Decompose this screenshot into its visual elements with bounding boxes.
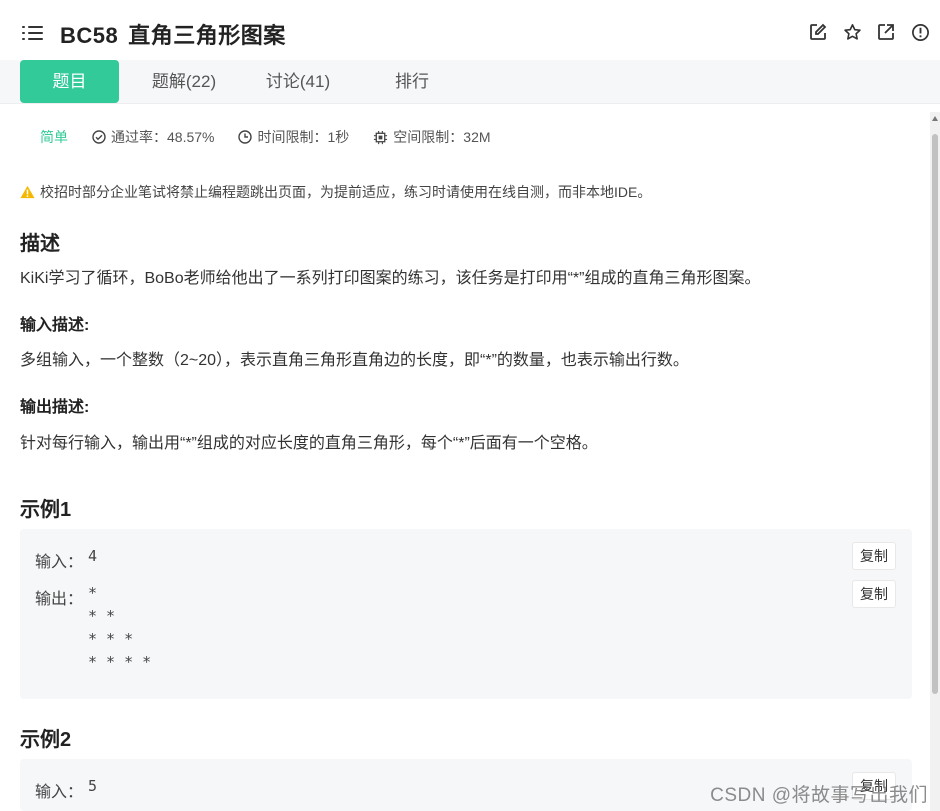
clock-icon [238, 130, 253, 144]
input-desc-heading: 输入描述: [20, 317, 90, 334]
tab-solutions[interactable]: 题解(22) [134, 60, 234, 103]
description-heading: 描述 [20, 233, 60, 255]
info-icon[interactable] [910, 22, 930, 42]
notice-text: 校招时部分企业笔试将禁止编程题跳出页面，为提前适应，练习时请使用在线自测，而非本… [40, 184, 652, 200]
check-circle-icon [92, 130, 106, 144]
tab-problem[interactable]: 题目 [20, 60, 119, 103]
tab-bar: 题目 题解(22) 讨论(41) 排行 [0, 60, 940, 104]
star-icon[interactable] [842, 22, 862, 42]
scrollbar-thumb[interactable] [932, 134, 938, 694]
edit-icon[interactable] [808, 22, 828, 42]
example-1-box: 输入： 4 复制 输出： * * * * * * * * * * 复制 [20, 529, 912, 699]
tab-discussion[interactable]: 讨论(41) [248, 60, 348, 103]
description-text: KiKi学习了循环，BoBo老师给他出了一系列打印图案的练习，该任务是打印用“*… [20, 270, 761, 287]
header: BC58 直角三角形图案 [0, 0, 940, 62]
difficulty-badge: 简单 [40, 129, 68, 145]
example-1-output-label: 输出： [35, 591, 84, 608]
output-desc-text: 针对每行输入，输出用“*”组成的对应长度的直角三角形，每个“*”后面有一个空格。 [20, 435, 598, 452]
external-link-icon[interactable] [876, 22, 896, 42]
copy-output-button[interactable]: 复制 [852, 580, 896, 608]
csdn-watermark: CSDN @将故事写出我们 [710, 785, 928, 806]
pass-rate-text: 通过率：48.57% [111, 129, 215, 145]
problem-code: BC58 [60, 23, 119, 48]
tab-ranking[interactable]: 排行 [362, 60, 462, 103]
page-title: BC58 直角三角形图案 [60, 18, 286, 50]
example-1-heading: 示例1 [20, 499, 72, 521]
time-limit: 时间限制：1秒 [238, 127, 349, 147]
header-actions [808, 22, 930, 42]
copy-input-button[interactable]: 复制 [852, 542, 896, 570]
list-menu-icon[interactable] [22, 24, 44, 42]
input-desc-text: 多组输入，一个整数（2~20），表示直角三角形直角边的长度，即“*”的数量，也表… [20, 352, 689, 369]
example-2-heading: 示例2 [20, 729, 72, 751]
example-2-input-value: 5 [88, 777, 98, 795]
problem-meta: 简单 通过率：48.57% 时间限制：1秒 空间限制：32M [40, 127, 515, 147]
notice-banner: 校招时部分企业笔试将禁止编程题跳出页面，为提前适应，练习时请使用在线自测，而非本… [20, 182, 651, 202]
time-limit-text: 时间限制：1秒 [257, 129, 350, 145]
space-limit: 空间限制：32M [373, 127, 491, 147]
problem-title: 直角三角形图案 [128, 23, 286, 48]
example-1-input-value: 4 [88, 547, 98, 565]
example-1-input-label: 输入： [35, 554, 84, 571]
warning-icon [20, 185, 35, 199]
scrollbar[interactable] [930, 112, 940, 811]
output-desc-heading: 输出描述: [20, 399, 90, 416]
space-limit-text: 空间限制：32M [393, 129, 491, 145]
example-2-input-label: 输入： [35, 784, 84, 801]
pass-rate: 通过率：48.57% [92, 127, 214, 147]
chip-icon [374, 130, 388, 144]
scroll-up-arrow-icon[interactable] [932, 116, 938, 121]
example-1-output-value: * * * * * * * * * * [88, 584, 152, 671]
